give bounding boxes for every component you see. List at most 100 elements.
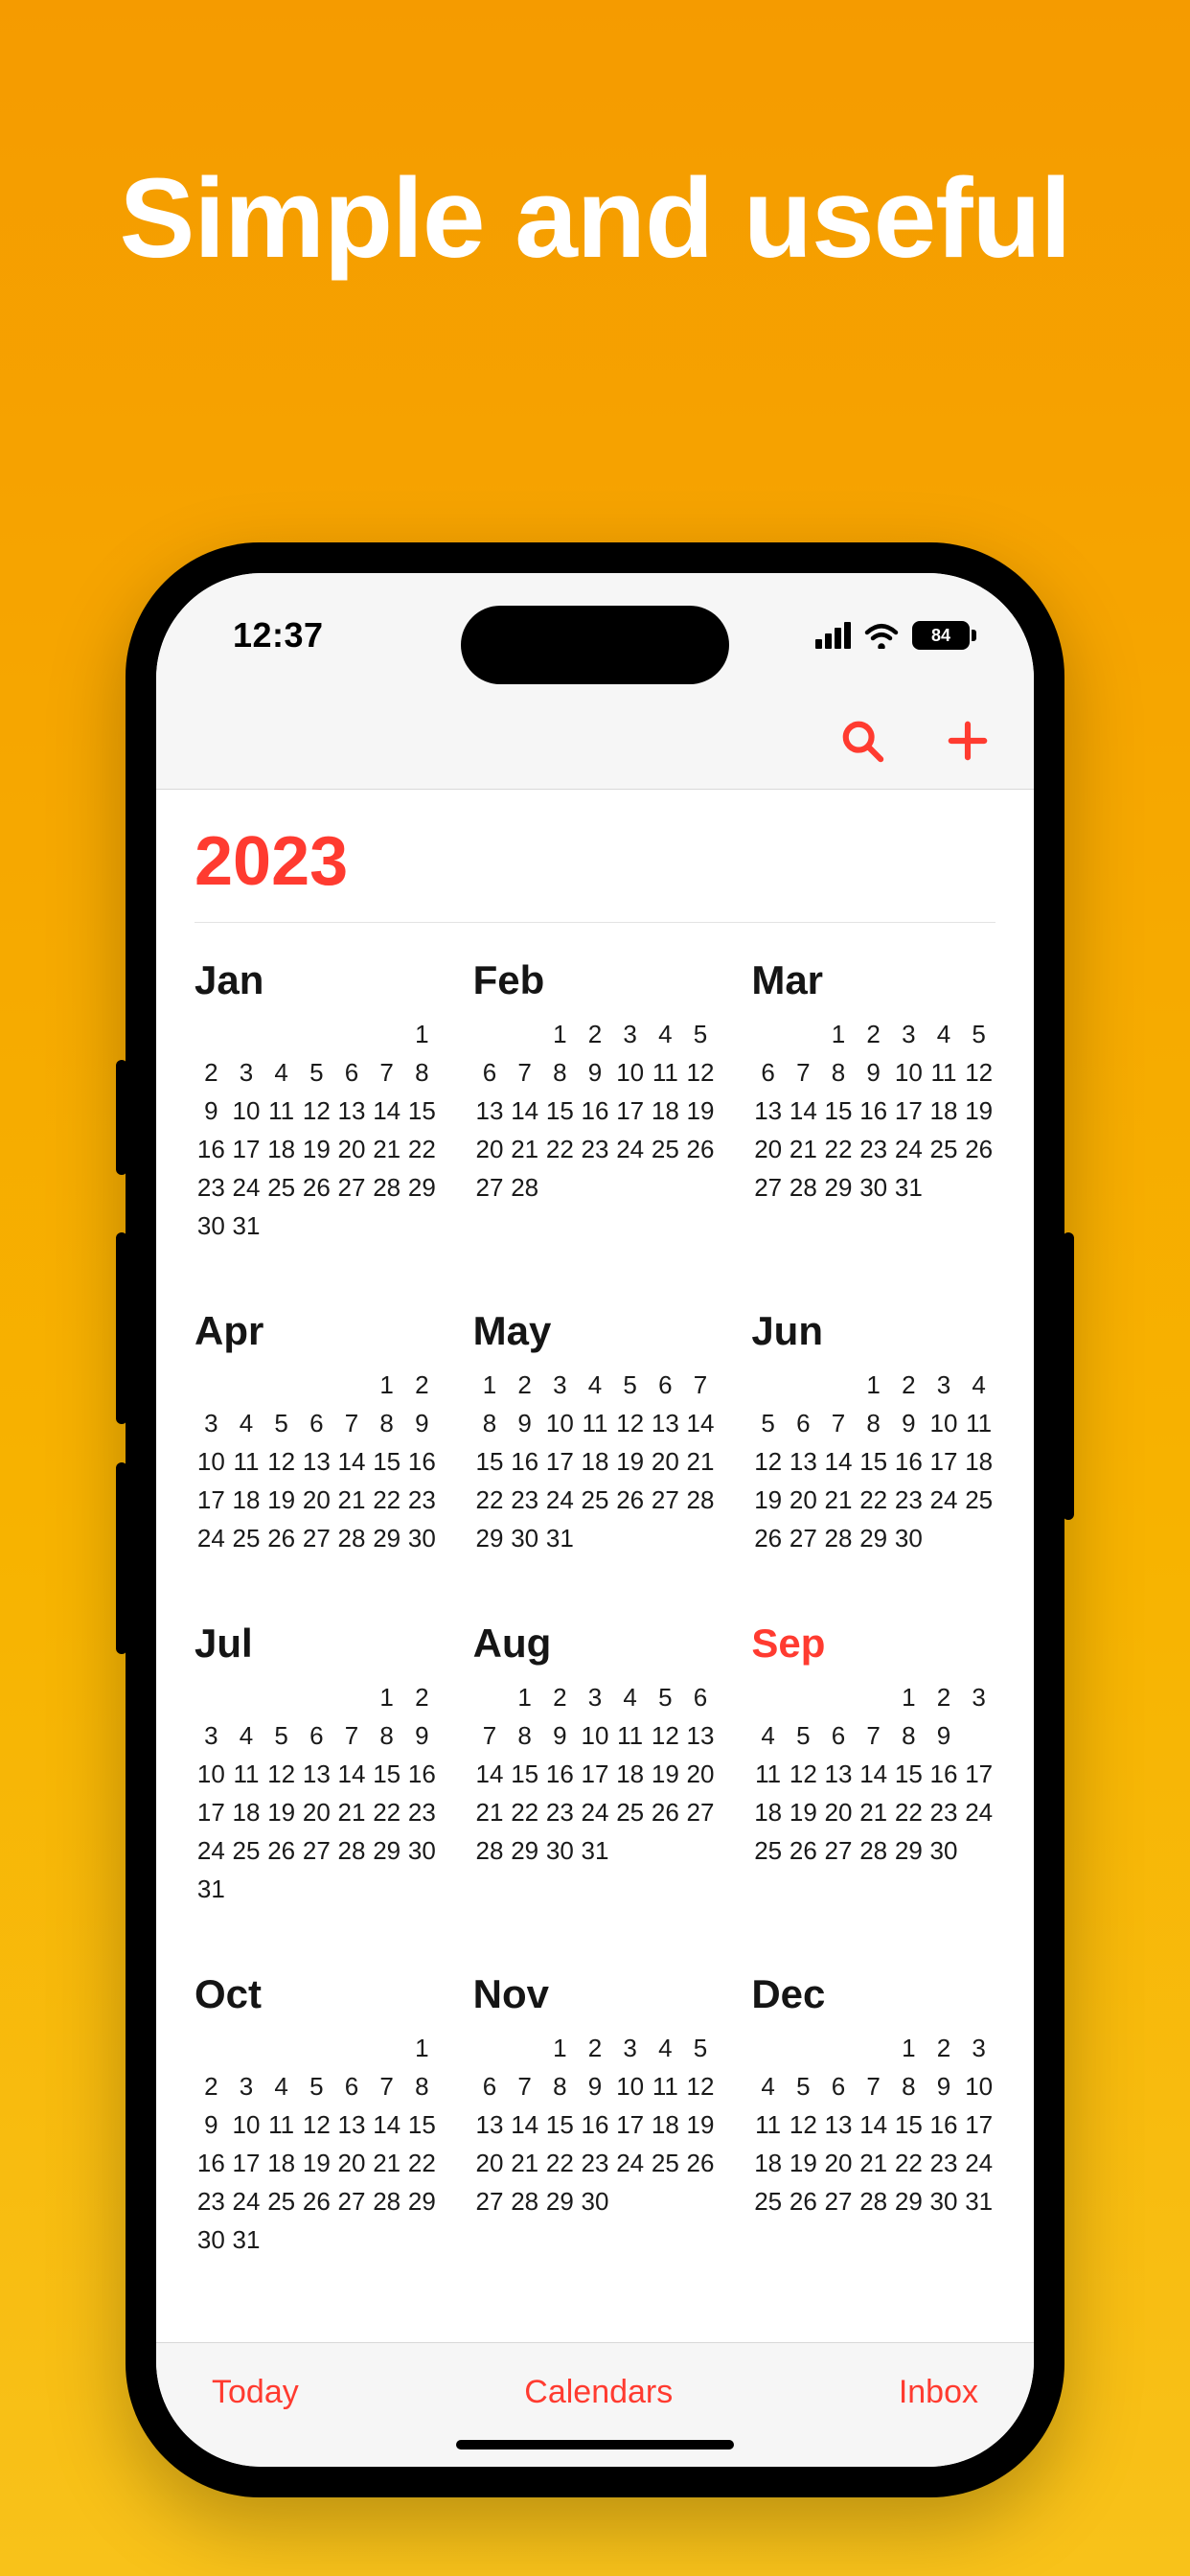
day-cell[interactable]: 22 xyxy=(857,1484,890,1515)
day-cell[interactable]: 29 xyxy=(508,1835,541,1866)
day-cell[interactable]: 22 xyxy=(473,1484,507,1515)
day-cell[interactable]: 26 xyxy=(787,1835,820,1866)
day-cell[interactable]: 9 xyxy=(405,1720,439,1751)
day-cell[interactable]: 13 xyxy=(649,1408,682,1438)
day-cell[interactable]: 17 xyxy=(892,1095,926,1126)
day-cell[interactable]: 28 xyxy=(857,1835,890,1866)
day-cell[interactable]: 16 xyxy=(195,2148,228,2178)
day-cell[interactable]: 9 xyxy=(195,1095,228,1126)
day-cell[interactable]: 7 xyxy=(370,2071,403,2102)
day-cell[interactable]: 18 xyxy=(230,1797,263,1828)
day-cell[interactable]: 17 xyxy=(613,2109,647,2140)
day-cell[interactable]: 24 xyxy=(962,2148,995,2178)
day-cell[interactable]: 16 xyxy=(543,1759,577,1789)
day-cell[interactable]: 4 xyxy=(751,1720,785,1751)
day-cell[interactable]: 19 xyxy=(787,2148,820,2178)
day-cell[interactable]: 25 xyxy=(264,1172,298,1203)
day-cell[interactable]: 21 xyxy=(370,2148,403,2178)
day-cell[interactable]: 28 xyxy=(335,1523,369,1553)
day-cell[interactable]: 19 xyxy=(649,1759,682,1789)
day-cell[interactable]: 6 xyxy=(300,1720,333,1751)
day-cell[interactable]: 31 xyxy=(230,2224,263,2255)
day-cell[interactable]: 6 xyxy=(822,1720,856,1751)
day-cell[interactable]: 20 xyxy=(300,1797,333,1828)
day-cell[interactable]: 2 xyxy=(579,1019,612,1049)
day-cell[interactable]: 9 xyxy=(543,1720,577,1751)
day-cell[interactable]: 5 xyxy=(751,1408,785,1438)
day-cell[interactable]: 13 xyxy=(335,2109,369,2140)
day-cell[interactable]: 6 xyxy=(300,1408,333,1438)
day-cell[interactable]: 24 xyxy=(579,1797,612,1828)
day-cell[interactable]: 1 xyxy=(892,2033,926,2063)
day-cell[interactable]: 3 xyxy=(962,1682,995,1713)
day-cell[interactable]: 1 xyxy=(822,1019,856,1049)
day-cell[interactable]: 6 xyxy=(473,2071,507,2102)
day-cell[interactable]: 27 xyxy=(473,1172,507,1203)
day-cell[interactable]: 12 xyxy=(300,1095,333,1126)
day-cell[interactable]: 4 xyxy=(927,1019,961,1049)
day-cell[interactable]: 25 xyxy=(230,1523,263,1553)
day-cell[interactable]: 18 xyxy=(751,1797,785,1828)
day-cell[interactable]: 27 xyxy=(822,2186,856,2217)
day-cell[interactable]: 3 xyxy=(195,1720,228,1751)
day-cell[interactable]: 17 xyxy=(230,2148,263,2178)
day-cell[interactable]: 20 xyxy=(649,1446,682,1477)
day-cell[interactable]: 23 xyxy=(195,2186,228,2217)
day-cell[interactable]: 28 xyxy=(473,1835,507,1866)
day-cell[interactable]: 30 xyxy=(508,1523,541,1553)
day-cell[interactable]: 11 xyxy=(230,1759,263,1789)
day-cell[interactable]: 21 xyxy=(857,1797,890,1828)
day-cell[interactable]: 24 xyxy=(195,1835,228,1866)
day-cell[interactable]: 23 xyxy=(543,1797,577,1828)
day-cell[interactable]: 28 xyxy=(335,1835,369,1866)
day-cell[interactable]: 1 xyxy=(508,1682,541,1713)
day-cell[interactable]: 9 xyxy=(508,1408,541,1438)
day-cell[interactable]: 28 xyxy=(508,1172,541,1203)
day-cell[interactable]: 13 xyxy=(751,1095,785,1126)
day-cell[interactable]: 11 xyxy=(751,1759,785,1789)
day-cell[interactable]: 15 xyxy=(822,1095,856,1126)
day-cell[interactable]: 23 xyxy=(405,1484,439,1515)
day-cell[interactable]: 8 xyxy=(473,1408,507,1438)
day-cell[interactable]: 10 xyxy=(195,1759,228,1789)
day-cell[interactable]: 6 xyxy=(684,1682,718,1713)
day-cell[interactable]: 19 xyxy=(962,1095,995,1126)
month-mar[interactable]: Mar..12345678910111213141516171819202122… xyxy=(751,957,995,1241)
inbox-button[interactable]: Inbox xyxy=(899,2374,978,2411)
day-cell[interactable]: 12 xyxy=(649,1720,682,1751)
day-cell[interactable]: 14 xyxy=(684,1408,718,1438)
day-cell[interactable]: 3 xyxy=(927,1369,961,1400)
day-cell[interactable]: 18 xyxy=(649,2109,682,2140)
day-cell[interactable]: 14 xyxy=(857,2109,890,2140)
day-cell[interactable]: 10 xyxy=(613,2071,647,2102)
day-cell[interactable]: 18 xyxy=(264,2148,298,2178)
day-cell[interactable]: 4 xyxy=(649,2033,682,2063)
day-cell[interactable]: 7 xyxy=(857,2071,890,2102)
day-cell[interactable]: 29 xyxy=(405,1172,439,1203)
day-cell[interactable]: 31 xyxy=(230,1210,263,1241)
day-cell[interactable]: 19 xyxy=(264,1484,298,1515)
day-cell[interactable]: 12 xyxy=(751,1446,785,1477)
day-cell[interactable]: 24 xyxy=(613,2148,647,2178)
day-cell[interactable]: 13 xyxy=(300,1759,333,1789)
day-cell[interactable]: 26 xyxy=(684,1134,718,1164)
month-dec[interactable]: Dec....123456789101112131415161718192021… xyxy=(751,1971,995,2255)
home-indicator[interactable] xyxy=(456,2440,734,2450)
day-cell[interactable]: 13 xyxy=(473,1095,507,1126)
day-cell[interactable]: 21 xyxy=(370,1134,403,1164)
day-cell[interactable]: 26 xyxy=(649,1797,682,1828)
day-cell[interactable]: 11 xyxy=(751,2109,785,2140)
day-cell[interactable]: 2 xyxy=(195,1057,228,1088)
day-cell[interactable]: 11 xyxy=(649,1057,682,1088)
day-cell[interactable]: 14 xyxy=(335,1759,369,1789)
day-cell[interactable]: 25 xyxy=(751,2186,785,2217)
day-cell[interactable]: 11 xyxy=(264,1095,298,1126)
day-cell[interactable]: 7 xyxy=(335,1720,369,1751)
day-cell[interactable]: 6 xyxy=(335,1057,369,1088)
day-cell[interactable]: 11 xyxy=(962,1408,995,1438)
day-cell[interactable]: 2 xyxy=(579,2033,612,2063)
day-cell[interactable]: 2 xyxy=(405,1369,439,1400)
day-cell[interactable]: 14 xyxy=(822,1446,856,1477)
day-cell[interactable]: 16 xyxy=(405,1446,439,1477)
day-cell[interactable]: 24 xyxy=(962,1797,995,1828)
